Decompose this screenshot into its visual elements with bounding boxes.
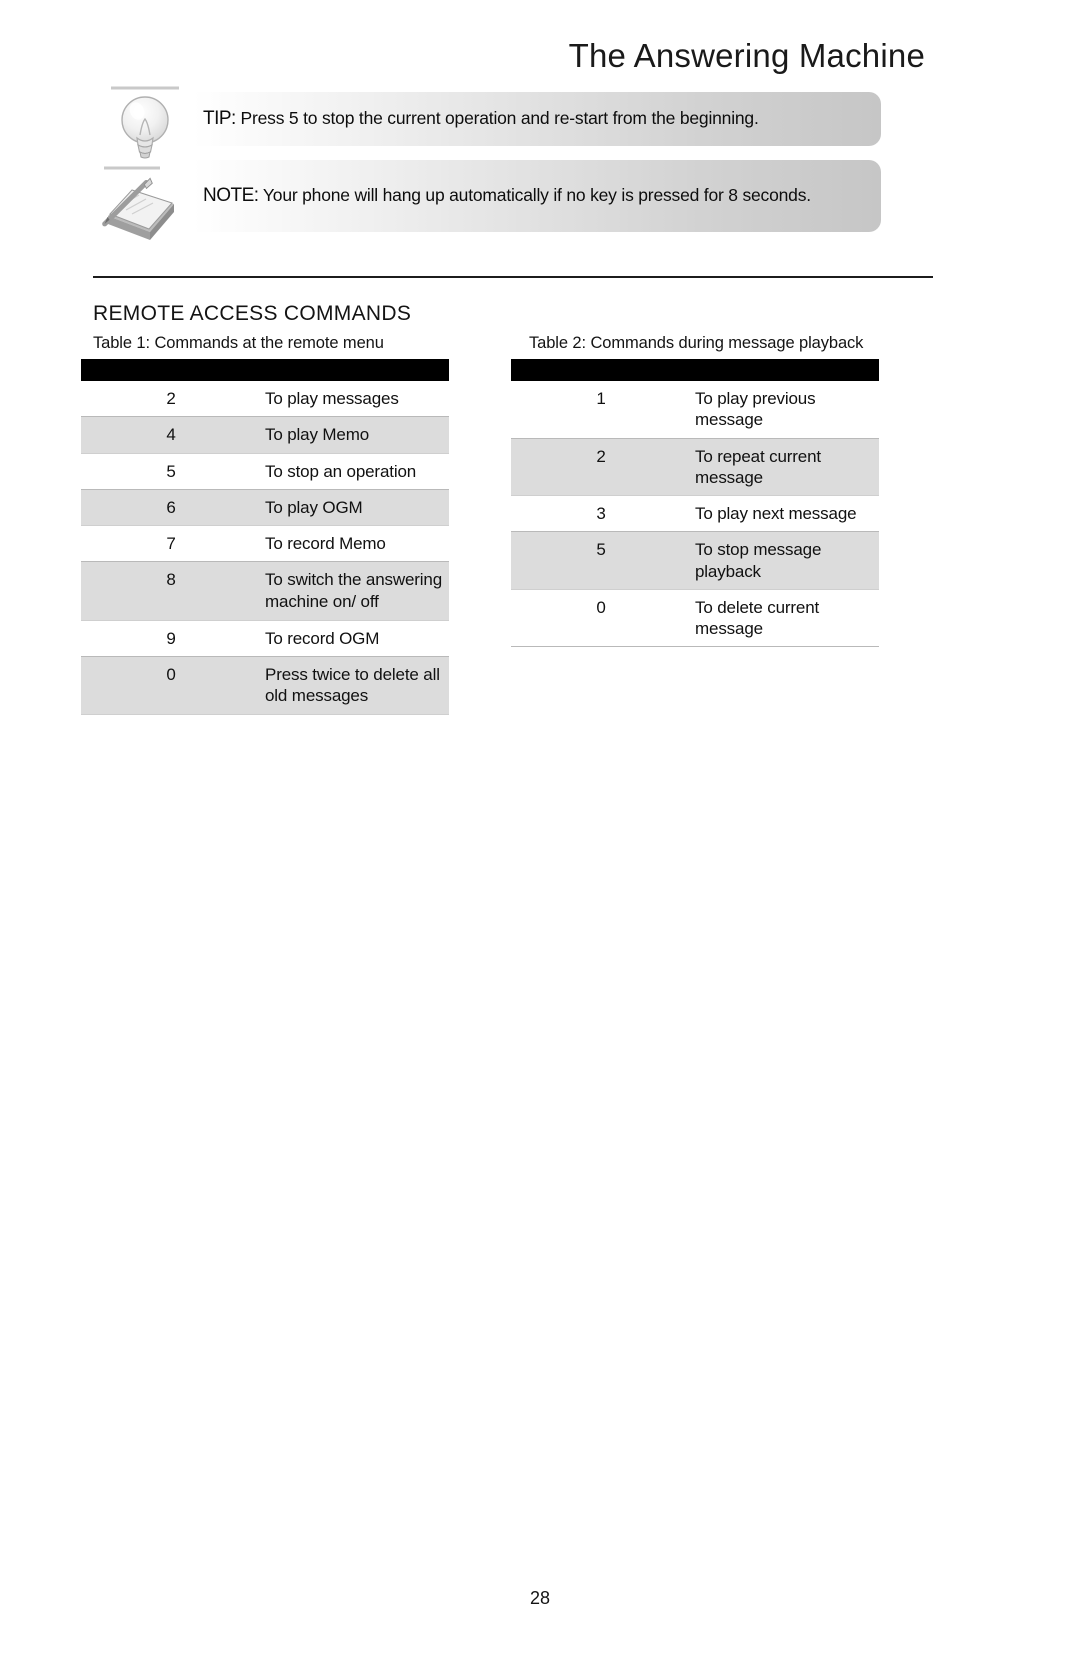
row-description: To switch the answering machine on/ off: [265, 561, 449, 621]
row-key: 5: [81, 453, 265, 490]
row-key: 2: [511, 438, 695, 496]
row-key: 7: [81, 525, 265, 563]
row-description: To stop an operation: [265, 453, 449, 490]
row-description: To delete current message: [695, 589, 879, 648]
page-number: 28: [529, 1588, 551, 1608]
notepad-pencil-icon: [98, 152, 182, 240]
commands-table: 1 To play previous message 2 To repeat c…: [511, 359, 879, 648]
row-key: 2: [81, 381, 265, 418]
row-description: To repeat current message: [695, 438, 879, 496]
row-key: 0: [81, 656, 265, 715]
note-callout-text: NOTE: Your phone will hang up automatica…: [203, 184, 811, 208]
table-header-key: [81, 359, 265, 381]
row-key: 6: [81, 489, 265, 527]
row-key: 5: [511, 531, 695, 590]
row-description: To play Memo: [265, 416, 449, 454]
row-description: To record Memo: [265, 525, 449, 563]
note-label: NOTE:: [203, 185, 259, 207]
row-key: 1: [511, 381, 695, 439]
row-key: 9: [81, 620, 265, 658]
row-key: 0: [511, 589, 695, 648]
lightbulb-icon: [103, 80, 187, 162]
tip-label: TIP:: [203, 108, 236, 130]
note-body: Your phone will hang up automatically if…: [262, 185, 811, 206]
table-row: 1 To play previous message: [511, 381, 879, 439]
row-description: To play messages: [265, 381, 449, 418]
table-header-description: [695, 359, 879, 381]
table-header-bar: [81, 359, 449, 381]
section-heading: REMOTE ACCESS COMMANDS: [93, 302, 412, 325]
table-row: 6 To play OGM: [81, 489, 449, 527]
table-row: 7 To record Memo: [81, 525, 449, 563]
table-caption: Table 2: Commands during message playbac…: [529, 334, 864, 352]
note-callout: NOTE: Your phone will hang up automatica…: [193, 160, 881, 232]
page-title: The Answering Machine: [568, 37, 925, 74]
row-key: 3: [511, 495, 695, 533]
commands-table: 2 To play messages 4 To play Memo 5 To s…: [81, 359, 449, 715]
row-description: To play previous message: [695, 381, 879, 439]
row-description: To record OGM: [265, 620, 449, 658]
row-description: To stop message playback: [695, 531, 879, 590]
tip-body: Press 5 to stop the current operation an…: [240, 108, 759, 129]
table-row: 8 To switch the answering machine on/ of…: [81, 561, 449, 621]
section-divider: [93, 276, 933, 278]
row-description: To play OGM: [265, 489, 449, 527]
table-header-bar: [511, 359, 879, 381]
table-row: 5 To stop message playback: [511, 531, 879, 590]
table-row: 0 Press twice to delete all old messages: [81, 656, 449, 715]
table-header-key: [511, 359, 695, 381]
table-row: 3 To play next message: [511, 495, 879, 533]
table-caption: Table 1: Commands at the remote menu: [93, 334, 384, 352]
row-description: Press twice to delete all old messages: [265, 656, 449, 715]
table-row: 2 To repeat current message: [511, 438, 879, 496]
row-key: 8: [81, 561, 265, 621]
table-row: 0 To delete current message: [511, 589, 879, 648]
table-block-remote-menu: Table 1: Commands at the remote menu 2 T…: [81, 334, 449, 715]
tip-callout: TIP: Press 5 to stop the current operati…: [193, 92, 881, 146]
table-row: 2 To play messages: [81, 381, 449, 418]
table-header-description: [265, 359, 449, 381]
table-block-message-playback: Table 2: Commands during message playbac…: [511, 334, 879, 648]
row-key: 4: [81, 416, 265, 454]
page-header: The Answering Machine: [0, 37, 925, 74]
row-description: To play next message: [695, 495, 879, 533]
tip-callout-text: TIP: Press 5 to stop the current operati…: [203, 107, 759, 131]
table-row: 9 To record OGM: [81, 620, 449, 658]
table-row: 4 To play Memo: [81, 416, 449, 454]
table-row: 5 To stop an operation: [81, 453, 449, 490]
